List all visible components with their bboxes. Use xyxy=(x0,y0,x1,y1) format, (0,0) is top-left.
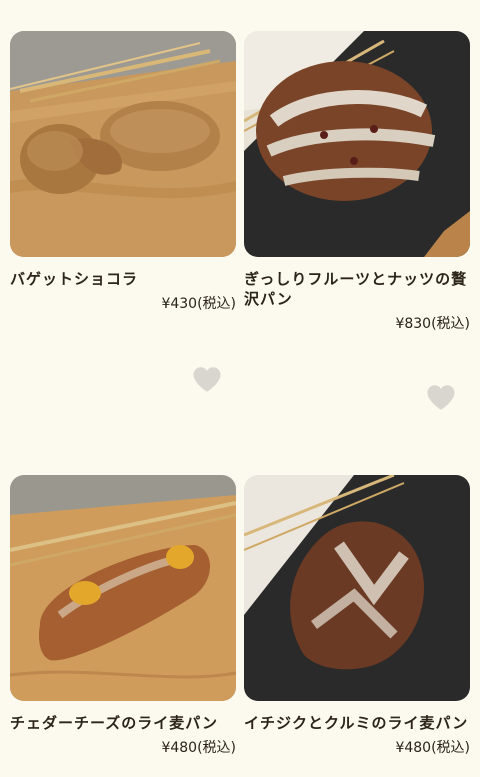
product-name[interactable]: チェダーチーズのライ麦パン xyxy=(10,713,236,733)
product-name[interactable]: ぎっしりフルーツとナッツの贅沢パン xyxy=(244,269,470,309)
product-name[interactable]: イチジクとクルミのライ麦パン xyxy=(244,713,470,733)
product-image[interactable] xyxy=(244,475,470,701)
heart-icon xyxy=(193,366,221,392)
cheddar-rye-bread-photo xyxy=(10,475,236,701)
product-price: ¥480(税込) xyxy=(395,740,470,756)
favorite-button[interactable] xyxy=(424,380,458,414)
product-image[interactable] xyxy=(10,475,236,701)
product-image[interactable] xyxy=(244,31,470,257)
fruit-nut-bread-photo xyxy=(244,31,470,257)
product-image[interactable] xyxy=(10,31,236,257)
product-name[interactable]: バゲットショコラ xyxy=(10,269,236,289)
baguette-chocolat-photo xyxy=(10,31,236,257)
product-price: ¥480(税込) xyxy=(161,740,236,756)
product-price: ¥830(税込) xyxy=(395,316,470,332)
product-card[interactable]: イチジクとクルミのライ麦パン ¥480(税込) xyxy=(244,475,470,758)
heart-icon xyxy=(427,384,455,410)
product-price: ¥430(税込) xyxy=(161,296,236,312)
fig-walnut-rye-bread-photo xyxy=(244,475,470,701)
product-grid: バゲットショコラ ¥430(税込) ぎっしりフルーツとナッツの贅沢パン ¥830… xyxy=(0,0,480,777)
favorite-button[interactable] xyxy=(190,362,224,396)
product-card[interactable]: バゲットショコラ ¥430(税込) xyxy=(10,31,236,314)
product-card[interactable]: ぎっしりフルーツとナッツの贅沢パン ¥830(税込) xyxy=(244,31,470,334)
product-card[interactable]: チェダーチーズのライ麦パン ¥480(税込) xyxy=(10,475,236,758)
